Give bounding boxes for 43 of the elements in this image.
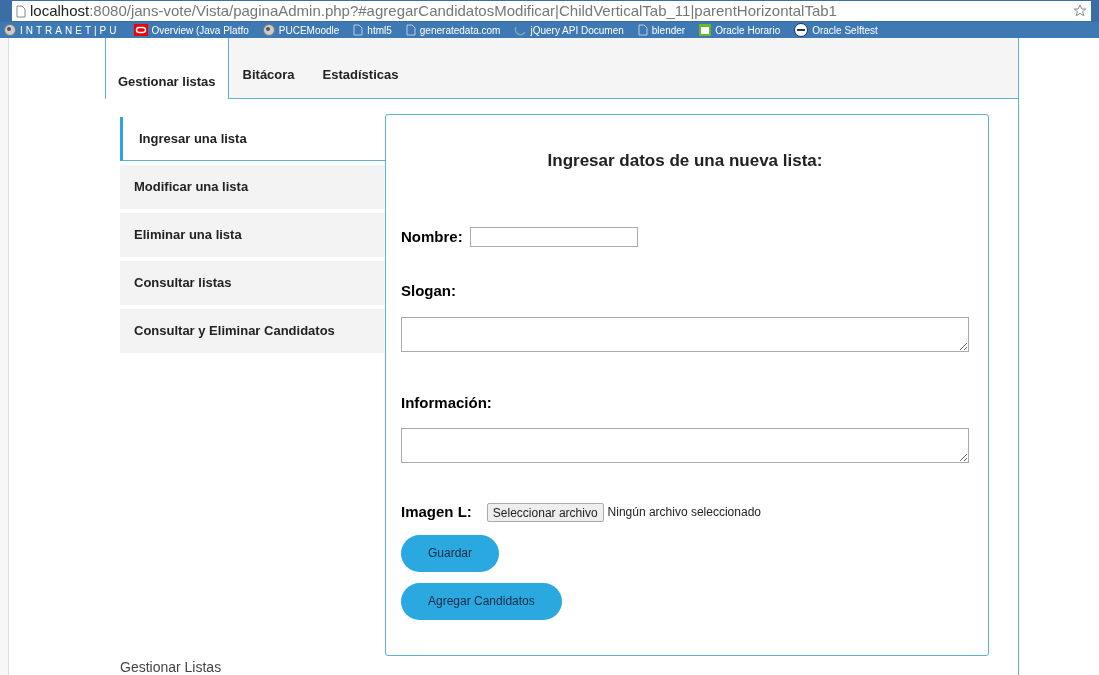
- bookmark-link[interactable]: html5: [367, 22, 392, 38]
- bookmark-link[interactable]: jQuery API Documen: [530, 22, 624, 38]
- action-button[interactable]: Guardar: [401, 534, 500, 572]
- imagen-label: Imagen L:: [401, 502, 472, 522]
- bookmark-link[interactable]: Oracle Horario: [715, 22, 781, 38]
- bookmark-link[interactable]: generatedata.com: [419, 22, 501, 38]
- calendar-icon: [699, 24, 712, 36]
- tab[interactable]: Estadísticas: [308, 38, 413, 99]
- url-host: localhost: [30, 0, 90, 21]
- bookmark-link[interactable]: PUCEMoodle: [278, 22, 340, 38]
- globe-icon: [4, 24, 16, 36]
- file-status: Ningún archivo seleccionado: [607, 504, 761, 522]
- url-path: :8080/jans-vote/Vista/paginaAdmin.php?#agregarCandidatosModificar|ChildVerticalTab_11|parentHorizontalTab1: [89, 0, 837, 21]
- informacion-label: Información:: [401, 392, 493, 413]
- tab[interactable]: Bitácora: [228, 38, 309, 99]
- informacion-field[interactable]: [401, 428, 969, 463]
- side-tab[interactable]: Eliminar una lista: [120, 213, 385, 257]
- bookmark-link[interactable]: Oracle Selftest: [812, 22, 878, 38]
- footer-heading: Gestionar Listas: [120, 659, 222, 675]
- file-button[interactable]: Seleccionar archivo: [486, 502, 604, 522]
- address-bar[interactable]: localhost:8080/jans-vote/Vista/paginaAdmin.php?#agregarCandidatosModificar|ChildVerticalTab_11|parentHorizontalTab1: [0, 0, 1099, 22]
- action-button[interactable]: Agregar Candidatos: [401, 582, 562, 620]
- slogan-field[interactable]: [401, 316, 969, 352]
- form-title: Ingresar datos de una nueva lista:: [546, 150, 824, 172]
- page-icon: [405, 24, 416, 36]
- bookmark-link[interactable]: blender: [651, 22, 686, 38]
- globe-icon: [262, 24, 275, 36]
- side-tab[interactable]: Consultar y Eliminar Candidatos: [120, 309, 385, 353]
- nombre-label: Nombre:: [401, 226, 463, 247]
- page-icon: [637, 24, 648, 36]
- side-tab[interactable]: Consultar listas: [120, 261, 385, 305]
- oracle-logo-icon: [133, 24, 148, 36]
- bookmark-link[interactable]: INTRANET|PU: [20, 22, 120, 38]
- nombre-field[interactable]: [469, 226, 638, 247]
- side-tab[interactable]: Modificar una lista: [120, 165, 385, 209]
- page-icon: [353, 24, 364, 36]
- star-icon[interactable]: [1073, 4, 1087, 18]
- tab[interactable]: Gestionar listas: [105, 38, 229, 99]
- page-icon: [16, 4, 26, 18]
- side-tab[interactable]: Ingresar una lista: [120, 117, 385, 161]
- slogan-label: Slogan:: [401, 281, 457, 301]
- swirl-icon: [514, 24, 527, 36]
- bookmark-link[interactable]: Overview (Java Platfo: [151, 22, 249, 38]
